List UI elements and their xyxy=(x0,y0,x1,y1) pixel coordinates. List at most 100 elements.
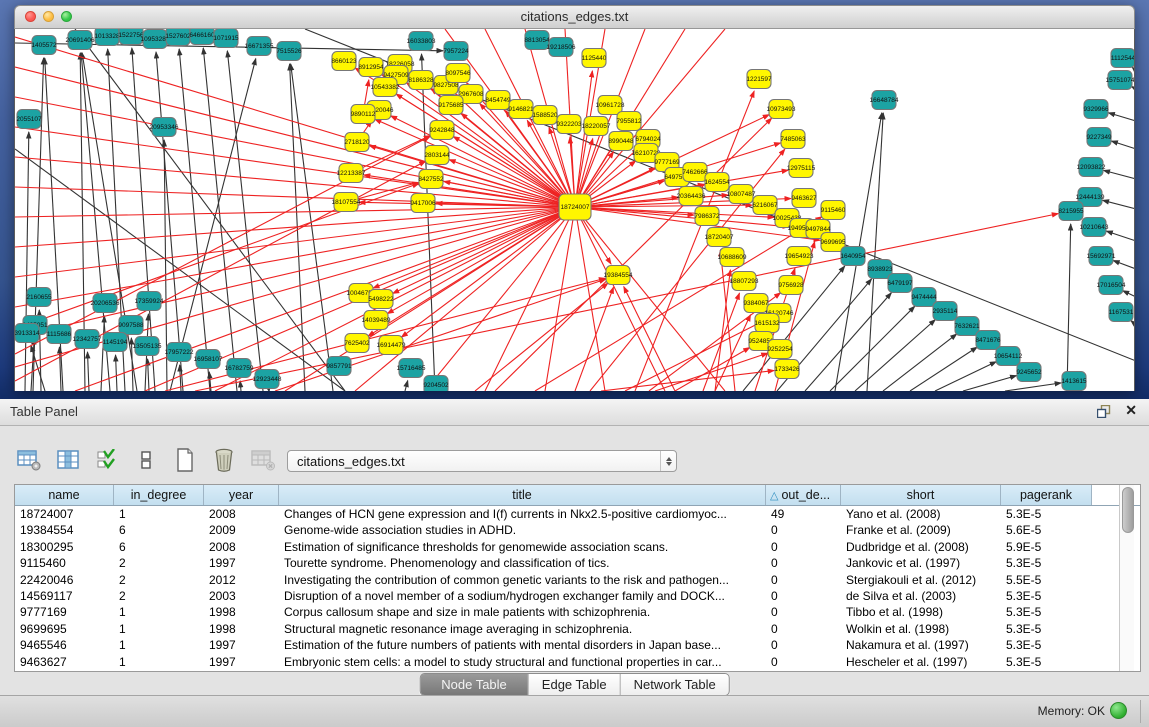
row-checklist-icon[interactable] xyxy=(94,447,120,473)
table-row[interactable]: 977716911998Corpus callosum shape and si… xyxy=(15,604,1140,620)
table-cell: 1 xyxy=(114,637,204,653)
network-node-label: 7957224 xyxy=(443,48,469,55)
network-node-label: 9417006 xyxy=(410,200,436,207)
network-node-label: 16958107 xyxy=(194,356,223,363)
network-node-label: 16033803 xyxy=(407,38,436,45)
table-cell: 0 xyxy=(766,604,841,620)
citation-edge xyxy=(215,207,575,391)
network-node-label: 20953346 xyxy=(150,124,179,131)
zoom-window-icon[interactable] xyxy=(61,11,72,22)
table-cell: 6 xyxy=(114,539,204,555)
delete-icon[interactable] xyxy=(211,447,237,473)
table-row[interactable]: 946362711997Embryonic stem cells: a mode… xyxy=(15,654,1140,670)
network-node-label: 17359924 xyxy=(135,298,164,305)
table-row[interactable]: 1872400712008Changes of HCN gene express… xyxy=(15,506,1140,522)
select-stepper-icon[interactable] xyxy=(660,451,676,471)
citation-edge xyxy=(1123,291,1134,297)
table-cell: 5.3E-5 xyxy=(1001,506,1092,522)
column-header-year[interactable]: year xyxy=(204,485,279,505)
node-table[interactable]: namein_degreeyeartitle△out_de...shortpag… xyxy=(14,484,1141,672)
table-row[interactable]: 2242004622012Investigating the contribut… xyxy=(15,572,1140,588)
column-header-title[interactable]: title xyxy=(279,485,766,505)
network-node-label: 10961728 xyxy=(596,102,625,109)
citation-edge xyxy=(575,207,725,391)
scrollbar-thumb[interactable] xyxy=(1122,487,1134,533)
network-node-label: 10973493 xyxy=(767,106,796,113)
table-row[interactable]: 946554611997Estimation of the future num… xyxy=(15,637,1140,653)
network-node-label: 10210643 xyxy=(1080,224,1109,231)
minimize-window-icon[interactable] xyxy=(43,11,54,22)
table-cell: 5.3E-5 xyxy=(1001,555,1092,571)
citation-edge xyxy=(545,207,575,391)
tab-edge-table[interactable]: Edge Table xyxy=(529,674,621,695)
table-cell: Structural magnetic resonance image aver… xyxy=(279,621,766,637)
table-row[interactable]: 911546021997Tourette syndrome. Phenomeno… xyxy=(15,555,1140,571)
rows-icon[interactable] xyxy=(133,447,159,473)
column-header-out_de[interactable]: △out_de... xyxy=(766,485,841,505)
citation-edge xyxy=(15,207,575,277)
network-node-label: 7462666 xyxy=(682,169,708,176)
citation-edge xyxy=(715,270,730,391)
tab-node-table[interactable]: Node Table xyxy=(420,674,529,695)
network-node-label: 9097588 xyxy=(118,322,144,329)
network-node-label: 2935114 xyxy=(933,308,958,315)
network-window[interactable]: citations_edges.txt 18724007866012389129… xyxy=(14,5,1135,390)
citation-edge xyxy=(655,353,768,391)
column-header-name[interactable]: name xyxy=(15,485,114,505)
close-window-icon[interactable] xyxy=(25,11,36,22)
table-toolbar: f(x) xyxy=(16,443,315,477)
network-node-label: 7515526 xyxy=(276,48,302,55)
table-row[interactable]: 1456911722003Disruption of a novel membe… xyxy=(15,588,1140,604)
table-scrollbar[interactable] xyxy=(1119,485,1134,671)
network-node-label: 1115686 xyxy=(47,331,72,338)
table-cell: 5.5E-5 xyxy=(1001,572,1092,588)
column-header-short[interactable]: short xyxy=(841,485,1001,505)
close-panel-icon[interactable]: ✕ xyxy=(1125,402,1137,419)
network-node-label: 9474444 xyxy=(911,294,937,301)
table-cell: 2012 xyxy=(204,572,279,588)
network-view-canvas[interactable]: 1872400786601238912954182260589427509818… xyxy=(14,29,1135,391)
network-node-label: 7986372 xyxy=(694,213,720,220)
network-node-label: 1733426 xyxy=(774,366,800,373)
table-cell: 2 xyxy=(114,572,204,588)
citation-edge xyxy=(405,381,408,391)
network-node-label: 1588520 xyxy=(532,112,558,119)
table-cell: 1998 xyxy=(204,621,279,637)
table-cell: Yano et al. (2008) xyxy=(841,506,1001,522)
delete-table-icon[interactable] xyxy=(250,447,276,473)
float-panel-icon[interactable] xyxy=(1097,405,1111,423)
table-mode-icon[interactable] xyxy=(16,447,42,473)
memory-status-label: Memory: OK xyxy=(1038,704,1105,718)
network-node-label: 18220057 xyxy=(582,123,611,130)
network-node-label: 20364436 xyxy=(677,193,706,200)
table-cell: 2008 xyxy=(204,539,279,555)
table-cell: 0 xyxy=(766,637,841,653)
table-cell: 1 xyxy=(114,654,204,670)
citation-edge xyxy=(883,334,957,391)
citation-edge xyxy=(393,207,575,293)
column-header-in_degree[interactable]: in_degree xyxy=(114,485,204,505)
table-source-select[interactable]: citations_edges.txt xyxy=(287,450,677,472)
table-cell: 19384554 xyxy=(15,522,114,538)
network-node-label: 9245652 xyxy=(1016,369,1042,376)
table-cell: 5.3E-5 xyxy=(1001,654,1092,670)
network-node-label: 8186328 xyxy=(408,77,434,84)
citation-edge xyxy=(240,381,241,391)
network-node-label: 19384554 xyxy=(604,272,633,279)
table-cell: Investigating the contribution of common… xyxy=(279,572,766,588)
table-cell: Genome-wide association studies in ADHD. xyxy=(279,522,766,538)
citation-edge xyxy=(1131,321,1134,325)
column-header-pagerank[interactable]: pagerank xyxy=(1001,485,1092,505)
table-row[interactable]: 1938455462009Genome-wide association stu… xyxy=(15,522,1140,538)
table-row[interactable]: 969969511998Structural magnetic resonanc… xyxy=(15,621,1140,637)
citation-edge xyxy=(401,207,575,337)
tab-network-table[interactable]: Network Table xyxy=(621,674,729,695)
network-node-label: 20691406 xyxy=(66,37,95,44)
table-row[interactable]: 1830029562008Estimation of significance … xyxy=(15,539,1140,555)
network-node-label: 17016504 xyxy=(1097,282,1126,289)
new-file-icon[interactable] xyxy=(172,447,198,473)
network-window-titlebar[interactable]: citations_edges.txt xyxy=(14,5,1135,29)
network-node-label: 9175685 xyxy=(438,102,464,109)
table-cell: 5.3E-5 xyxy=(1001,604,1092,620)
column-visibility-icon[interactable] xyxy=(55,447,81,473)
